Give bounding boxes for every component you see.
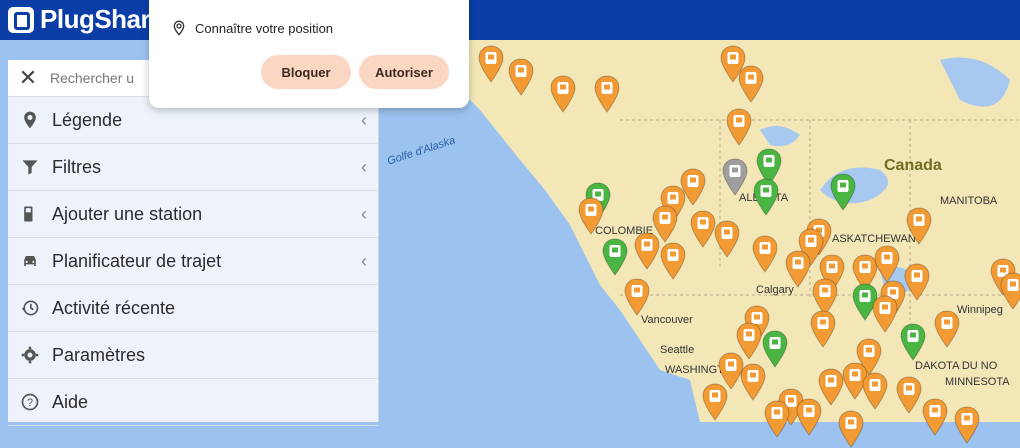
label-seattle: Seattle [660, 344, 695, 356]
station-pin-orange[interactable] [954, 406, 980, 444]
label-minnesota: MINNESOTA [945, 376, 1010, 388]
station-pin-green[interactable] [830, 173, 856, 211]
sidebar-item-parametres[interactable]: Paramètres [8, 332, 378, 379]
station-pin-orange[interactable] [738, 65, 764, 103]
history-icon [8, 298, 52, 318]
gas-pump-icon [8, 204, 52, 224]
station-pin-orange[interactable] [785, 250, 811, 288]
sidebar-item-label: Planificateur de trajet [52, 250, 222, 271]
station-pin-orange[interactable] [862, 372, 888, 410]
sidebar-item-filtres[interactable]: Filtres ‹ [8, 144, 378, 191]
permission-message-row: Connaître votre position [171, 20, 333, 36]
station-pin-orange[interactable] [874, 245, 900, 283]
station-pin-orange[interactable] [810, 310, 836, 348]
station-pin-orange[interactable] [594, 75, 620, 113]
sidebar-panel: ✕ Légende ‹ Filtres ‹ Ajouter une statio… [8, 60, 379, 426]
sidebar-item-label: Légende [52, 109, 123, 130]
car-icon [8, 251, 52, 271]
map-pin-icon [8, 110, 52, 130]
station-pin-green[interactable] [753, 178, 779, 216]
station-pin-orange[interactable] [578, 197, 604, 235]
help-icon: ? [8, 392, 52, 412]
sidebar-item-label: Filtres [52, 156, 101, 177]
station-pin-orange[interactable] [1000, 272, 1020, 310]
label-canada: Canada [884, 157, 942, 174]
label-winnipeg: Winnipeg [957, 304, 1003, 316]
station-pin-orange[interactable] [904, 263, 930, 301]
station-pin-orange[interactable] [896, 376, 922, 414]
station-pin-orange[interactable] [690, 210, 716, 248]
brand-name: PlugShare [40, 4, 165, 34]
sidebar-item-activite-recente[interactable]: Activité récente [8, 285, 378, 332]
station-pin-orange[interactable] [740, 363, 766, 401]
sidebar-item-label: Aide [52, 391, 89, 412]
station-pin-orange[interactable] [726, 108, 752, 146]
station-pin-orange[interactable] [922, 398, 948, 436]
label-dakota: DAKOTA DU NO [915, 360, 998, 372]
svg-text:?: ? [27, 397, 33, 409]
station-pin-orange[interactable] [906, 207, 932, 245]
close-icon[interactable]: ✕ [8, 65, 48, 91]
chevron-left-icon: ‹ [361, 156, 367, 177]
gear-icon [8, 345, 52, 365]
allow-button[interactable]: Autoriser [359, 55, 449, 89]
location-permission-popup: Connaître votre position Bloquer Autoris… [149, 0, 469, 108]
station-pin-green[interactable] [900, 323, 926, 361]
sidebar-item-ajouter-station[interactable]: Ajouter une station ‹ [8, 191, 378, 238]
station-pin-orange[interactable] [934, 310, 960, 348]
label-saskatchewan: ASKATCHEWAN [832, 233, 916, 245]
block-button[interactable]: Bloquer [261, 55, 351, 89]
station-pin-orange[interactable] [702, 383, 728, 421]
permission-message: Connaître votre position [195, 20, 334, 36]
sidebar-item-planificateur[interactable]: Planificateur de trajet ‹ [8, 238, 378, 285]
plugshare-logo[interactable]: PlugShare [8, 4, 165, 35]
station-pin-orange[interactable] [478, 45, 504, 83]
station-pin-gray[interactable] [722, 158, 748, 196]
sidebar-item-label: Activité récente [52, 297, 176, 318]
station-pin-orange[interactable] [838, 410, 864, 448]
chevron-left-icon: ‹ [361, 250, 367, 271]
chevron-left-icon: ‹ [361, 203, 367, 224]
station-pin-green[interactable] [602, 238, 628, 276]
station-pin-orange[interactable] [550, 75, 576, 113]
station-pin-orange[interactable] [508, 58, 534, 96]
station-pin-orange[interactable] [714, 220, 740, 258]
station-pin-orange[interactable] [872, 295, 898, 333]
station-pin-orange[interactable] [796, 398, 822, 436]
sidebar-item-label: Paramètres [52, 344, 146, 365]
station-pin-orange[interactable] [660, 242, 686, 280]
filter-icon [8, 157, 52, 177]
label-manitoba: MANITOBA [940, 195, 998, 207]
plugshare-logo-icon [8, 6, 34, 33]
station-pin-orange[interactable] [624, 278, 650, 316]
station-pin-orange[interactable] [752, 235, 778, 273]
location-pin-icon [173, 20, 185, 36]
sidebar-item-label: Ajouter une station [52, 203, 203, 224]
station-pin-orange[interactable] [764, 400, 790, 438]
station-pin-orange[interactable] [634, 232, 660, 270]
chevron-left-icon: ‹ [361, 109, 367, 130]
sidebar-item-aide[interactable]: ? Aide [8, 379, 378, 426]
